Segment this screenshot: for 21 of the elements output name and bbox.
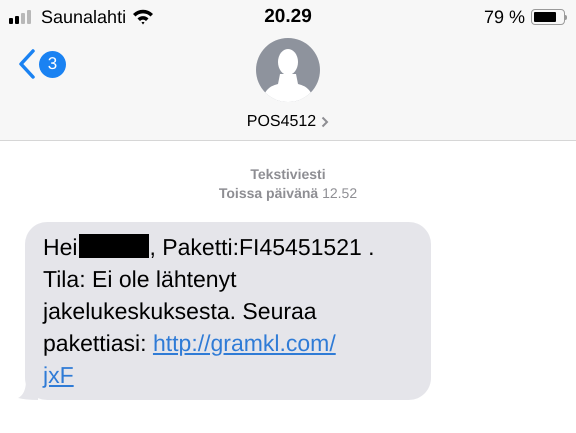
back-button[interactable]: 3: [18, 48, 66, 80]
battery-percentage: 79 %: [484, 6, 525, 28]
unread-badge: 3: [39, 50, 66, 78]
back-chevron-icon: [18, 48, 36, 80]
message-timestamp: Toissa päivänä 12.52: [218, 184, 358, 203]
clock-time: 20.29: [264, 4, 312, 29]
contact-name[interactable]: POS4512: [246, 110, 330, 134]
battery-icon: [530, 9, 567, 25]
link[interactable]: http://gramkl.com/: [152, 330, 336, 356]
message-text: pakettiasi:: [43, 330, 148, 356]
wifi-icon: [132, 9, 154, 25]
service-label: Tekstiviesti: [250, 165, 326, 184]
carrier-name: Saunalahti: [41, 6, 126, 28]
message-text: , Paketti:FI45451521 .: [150, 234, 375, 260]
link[interactable]: jxF: [43, 362, 74, 388]
avatar-icon[interactable]: [256, 38, 320, 102]
chevron-right-icon: [321, 116, 330, 128]
message-text: Hei: [43, 234, 78, 260]
message-text: jakelukeskuksesta. Seuraa: [43, 298, 317, 324]
redaction-bar: [78, 234, 149, 258]
message-text: Tila: Ei ole lähtenyt: [43, 266, 236, 292]
